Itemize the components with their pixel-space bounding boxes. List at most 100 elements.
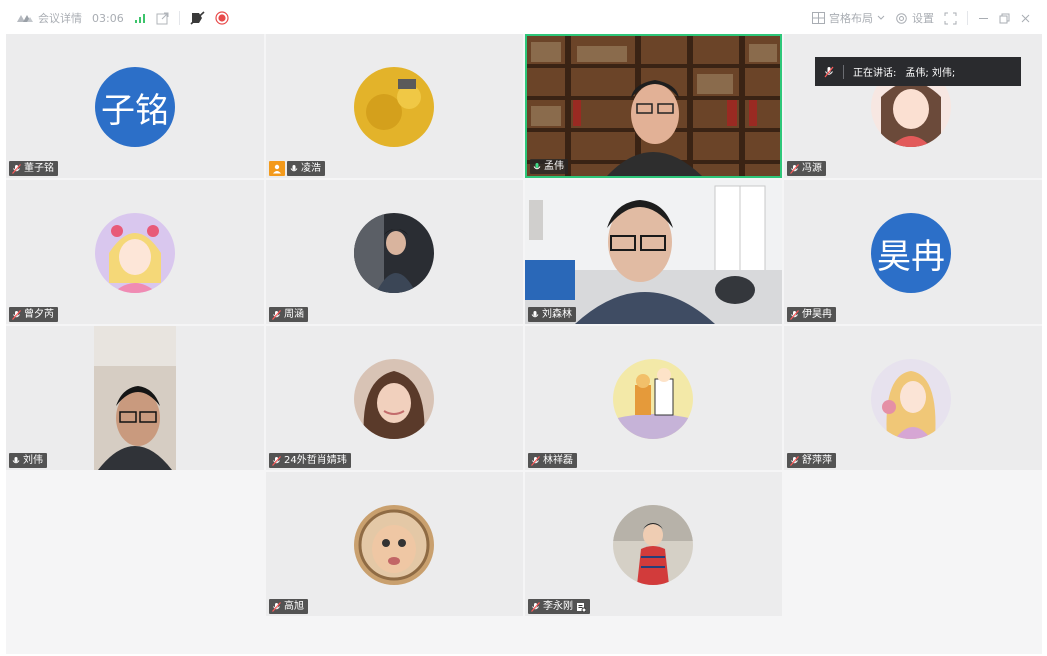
fullscreen-icon[interactable] bbox=[944, 12, 957, 25]
mic-muted-icon bbox=[790, 309, 799, 320]
mic-active-icon bbox=[533, 162, 541, 172]
mic-icon bbox=[290, 164, 298, 174]
share-icon[interactable] bbox=[156, 12, 169, 25]
participant-name: 刘森林 bbox=[542, 309, 572, 320]
minimize-icon[interactable] bbox=[978, 13, 989, 24]
mic-icon bbox=[531, 310, 539, 320]
settings-button[interactable]: 设置 bbox=[895, 10, 934, 26]
avatar bbox=[354, 359, 434, 439]
avatar bbox=[613, 359, 693, 439]
mic-muted-icon bbox=[12, 309, 21, 320]
gear-icon bbox=[895, 12, 908, 25]
participant-name-tag: 孟伟 bbox=[530, 159, 568, 174]
mic-muted-icon bbox=[272, 601, 281, 612]
layout-dropdown[interactable]: 宫格布局 bbox=[812, 10, 885, 26]
mic-muted-icon bbox=[272, 309, 281, 320]
meeting-logo-icon bbox=[16, 13, 34, 23]
speaking-prefix: 正在讲话: bbox=[853, 68, 897, 79]
participant-name-tag: 冯源 bbox=[787, 161, 826, 176]
active-speaker-tile[interactable]: 孟伟 bbox=[525, 34, 782, 178]
participant-name: 冯源 bbox=[802, 163, 822, 174]
participant-name-tag: 刘伟 bbox=[9, 453, 47, 468]
participant-tile[interactable]: 冯源 bbox=[784, 34, 1042, 178]
chevron-down-icon bbox=[877, 15, 885, 21]
participant-name: 伊昊冉 bbox=[802, 309, 832, 320]
participant-name: 高旭 bbox=[284, 601, 304, 612]
avatar bbox=[613, 505, 693, 585]
avatar bbox=[354, 213, 434, 293]
avatar bbox=[95, 213, 175, 293]
host-badge bbox=[269, 161, 285, 176]
video-feed bbox=[525, 180, 782, 324]
participant-tile[interactable]: 24外哲肖婧玮 bbox=[266, 326, 523, 470]
mic-muted-icon bbox=[790, 455, 799, 466]
meeting-details-button[interactable]: 会议详情 bbox=[16, 10, 82, 26]
participant-name-tag: 高旭 bbox=[269, 599, 308, 614]
participant-tile[interactable]: 高旭 bbox=[266, 472, 523, 616]
participant-name: 刘伟 bbox=[23, 455, 43, 466]
grid-layout-icon bbox=[812, 12, 825, 24]
speaking-divider bbox=[843, 64, 844, 79]
speaking-names: 孟伟; 刘伟; bbox=[905, 68, 956, 79]
empty-tile bbox=[784, 472, 1042, 616]
mic-icon bbox=[12, 456, 20, 466]
avatar: 子铭 bbox=[95, 67, 175, 147]
avatar bbox=[354, 505, 434, 585]
restore-icon[interactable] bbox=[999, 13, 1010, 24]
participant-name: 董子铭 bbox=[24, 163, 54, 174]
screen-share-icon bbox=[576, 602, 586, 612]
participant-name-tag: 24外哲肖婧玮 bbox=[269, 453, 351, 468]
participant-tile[interactable]: 林祥磊 bbox=[525, 326, 782, 470]
participant-name: 曾夕芮 bbox=[24, 309, 54, 320]
participant-tile[interactable]: 刘森林 bbox=[525, 180, 782, 324]
meeting-details-label: 会议详情 bbox=[38, 12, 82, 25]
participant-name: 周涵 bbox=[284, 309, 304, 320]
participant-name-tag: 舒萍萍 bbox=[787, 453, 836, 468]
participant-name-tag: 李永刚 bbox=[528, 599, 590, 614]
meeting-timer: 03:06 bbox=[92, 11, 124, 25]
participant-name-tag: 董子铭 bbox=[9, 161, 58, 176]
participant-name: 孟伟 bbox=[544, 161, 564, 172]
title-bar: 会议详情 03:06 宫格布局 设置 bbox=[0, 0, 1047, 34]
participant-name-tag: 周涵 bbox=[269, 307, 308, 322]
participant-name: 24外哲肖婧玮 bbox=[284, 455, 347, 466]
video-grid: 子铭 董子铭 凌浩 孟伟 冯源 曾夕芮 周涵 刘森林 昊冉 伊昊冉 刘伟 24外… bbox=[6, 34, 1042, 654]
mic-muted-icon bbox=[531, 601, 540, 612]
toolbar-divider bbox=[178, 11, 180, 25]
window-controls-divider bbox=[967, 11, 968, 25]
mic-muted-icon bbox=[272, 455, 281, 466]
settings-label: 设置 bbox=[912, 12, 934, 25]
mic-muted-icon bbox=[790, 163, 799, 174]
participant-tile[interactable]: 昊冉 伊昊冉 bbox=[784, 180, 1042, 324]
empty-tile bbox=[6, 472, 264, 616]
participant-name-tag: 伊昊冉 bbox=[787, 307, 836, 322]
participant-name: 李永刚 bbox=[543, 601, 573, 612]
video-feed bbox=[527, 36, 780, 176]
speaker-mic-icon bbox=[824, 66, 834, 78]
participant-tile[interactable]: 周涵 bbox=[266, 180, 523, 324]
avatar bbox=[871, 359, 951, 439]
participant-name: 舒萍萍 bbox=[802, 455, 832, 466]
avatar bbox=[354, 67, 434, 147]
mic-muted-icon bbox=[531, 455, 540, 466]
video-feed bbox=[94, 326, 176, 470]
participant-tile[interactable]: 子铭 董子铭 bbox=[6, 34, 264, 178]
record-icon[interactable] bbox=[215, 11, 229, 25]
participant-tile[interactable]: 李永刚 bbox=[525, 472, 782, 616]
mic-muted-icon bbox=[12, 163, 21, 174]
participant-name-tag: 林祥磊 bbox=[528, 453, 577, 468]
network-signal-icon[interactable] bbox=[134, 12, 146, 24]
participant-tile[interactable]: 刘伟 bbox=[6, 326, 264, 470]
participant-name-tag: 凌浩 bbox=[287, 161, 325, 176]
participant-name-tag: 曾夕芮 bbox=[9, 307, 58, 322]
participant-name-tag: 刘森林 bbox=[528, 307, 576, 322]
host-icon bbox=[273, 164, 281, 173]
speaking-indicator: 正在讲话: 孟伟; 刘伟; bbox=[815, 57, 1021, 86]
avatar: 昊冉 bbox=[871, 213, 951, 293]
participant-tile[interactable]: 曾夕芮 bbox=[6, 180, 264, 324]
mute-all-icon[interactable] bbox=[190, 11, 205, 25]
participant-tile[interactable]: 凌浩 bbox=[266, 34, 523, 178]
layout-label: 宫格布局 bbox=[829, 12, 873, 25]
close-icon[interactable] bbox=[1020, 13, 1031, 24]
participant-tile[interactable]: 舒萍萍 bbox=[784, 326, 1042, 470]
